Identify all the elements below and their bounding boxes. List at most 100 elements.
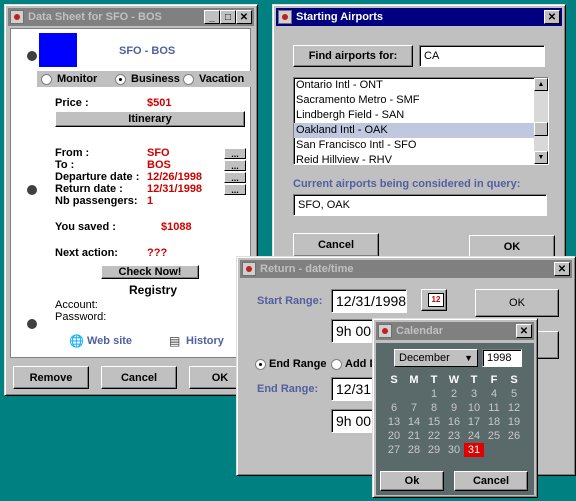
current-airports-field[interactable]: SFO, OAK (293, 194, 547, 216)
airport-list-item[interactable]: Ontario Intl - ONT (294, 78, 534, 93)
calendar-day[interactable]: 2 (444, 387, 464, 401)
scroll-up-arrow[interactable]: ▲ (534, 78, 548, 91)
calendar-ok-button[interactable]: Ok (380, 471, 444, 491)
price-value: $501 (147, 97, 172, 109)
calendar-icon-button[interactable]: 12 (421, 289, 447, 311)
calendar-day[interactable]: 4 (484, 387, 504, 401)
calendar-day[interactable]: 24 (464, 429, 484, 443)
airports-titlebar[interactable]: Starting Airports ✕ (276, 8, 562, 26)
to-value: BOS (147, 159, 171, 171)
airport-list[interactable]: Ontario Intl - ONT Sacramento Metro - SMF… (293, 77, 549, 165)
radio-monitor[interactable] (41, 74, 52, 85)
calendar-day[interactable]: 16 (444, 415, 464, 429)
website-link[interactable]: Web site (87, 335, 132, 347)
calendar-day[interactable]: 29 (424, 443, 444, 457)
check-now-button[interactable]: Check Now! (101, 265, 199, 279)
calendar-day[interactable]: 25 (484, 429, 504, 443)
airport-list-item[interactable]: San Francisco Intl - SFO (294, 138, 534, 153)
calendar-day[interactable]: 7 (404, 401, 424, 415)
calendar-titlebar[interactable]: Calendar ✕ (376, 322, 534, 340)
find-airports-button[interactable]: Find airports for: (293, 45, 413, 67)
month-select[interactable]: December ▼ (394, 349, 478, 367)
calendar-day[interactable]: 22 (424, 429, 444, 443)
airport-search-input[interactable]: CA (419, 45, 545, 67)
calendar-day[interactable]: 30 (444, 443, 464, 457)
end-range-radio[interactable] (255, 359, 266, 370)
departure-dots-button[interactable]: ... (224, 172, 246, 183)
datasheet-cancel-button[interactable]: Cancel (101, 366, 177, 389)
calendar-day[interactable]: 8 (424, 401, 444, 415)
calendar-day[interactable]: 11 (484, 401, 504, 415)
return-titlebar[interactable]: Return - date/time ✕ (240, 260, 572, 278)
calendar-day[interactable]: 13 (384, 415, 404, 429)
datasheet-page: SFO - BOS Monitor Business Vacation Pric… (10, 28, 251, 358)
end-range-label: End Range: (257, 383, 319, 395)
calendar-cancel-button[interactable]: Cancel (454, 471, 528, 491)
calendar-day[interactable]: 20 (384, 429, 404, 443)
calendar-day[interactable]: 19 (504, 415, 524, 429)
calendar-grid: SMTWTFS 1 2 3 4 5 6 7 8 9 10 11 12 13 14 15 16 17 18 19 20 2… (384, 373, 524, 457)
close-button[interactable]: ✕ (516, 324, 532, 338)
price-label: Price : (55, 97, 89, 109)
history-link[interactable]: History (186, 335, 224, 347)
start-date-field[interactable]: 12/31/1998 (331, 289, 407, 313)
to-dots-button[interactable]: ... (224, 160, 246, 171)
return-ok-button[interactable]: OK (475, 289, 559, 317)
itinerary-button[interactable]: Itinerary (55, 111, 245, 127)
add-days-radio[interactable] (331, 359, 342, 370)
app-icon (278, 10, 292, 24)
maximize-button[interactable]: □ (220, 10, 236, 24)
calendar-day[interactable]: 27 (384, 443, 404, 457)
return-label: Return date : (55, 183, 123, 195)
calendar-day[interactable]: 15 (424, 415, 444, 429)
airport-list-item[interactable]: Oakland Intl - OAK (294, 123, 534, 138)
close-button[interactable]: ✕ (554, 262, 570, 276)
calendar-day[interactable]: 17 (464, 415, 484, 429)
close-button[interactable]: ✕ (544, 10, 560, 24)
calendar-day[interactable]: 6 (384, 401, 404, 415)
app-icon (242, 262, 256, 276)
airport-list-item[interactable]: Sacramento Metro - SMF (294, 93, 534, 108)
calendar-day[interactable]: 26 (504, 429, 524, 443)
calendar-day[interactable]: 3 (464, 387, 484, 401)
calendar-day[interactable]: 5 (504, 387, 524, 401)
scroll-thumb[interactable] (534, 122, 548, 136)
calendar-day[interactable]: 14 (404, 415, 424, 429)
binder-hole (27, 51, 37, 61)
airport-list-item[interactable]: Reid Hillview - RHV (294, 153, 534, 164)
calendar-day[interactable]: 10 (464, 401, 484, 415)
list-scrollbar[interactable]: ▲ ▼ (534, 78, 548, 164)
calendar-day[interactable]: 18 (484, 415, 504, 429)
airport-list-item[interactable]: Lindbergh Field - SAN (294, 108, 534, 123)
airports-cancel-button[interactable]: Cancel (293, 233, 379, 257)
return-title: Return - date/time (260, 263, 354, 275)
scroll-down-arrow[interactable]: ▼ (534, 151, 548, 164)
remove-button[interactable]: Remove (13, 366, 89, 389)
radio-vacation[interactable] (183, 74, 194, 85)
radio-business[interactable] (115, 74, 126, 85)
datasheet-titlebar[interactable]: Data Sheet for SFO - BOS _ □ ✕ (8, 8, 254, 26)
calendar-body: December ▼ 1998 SMTWTFS 1 2 3 4 5 6 7 8 9 10 11 12 1… (376, 343, 534, 495)
chevron-down-icon: ▼ (464, 353, 473, 363)
year-field[interactable]: 1998 (482, 349, 522, 367)
app-icon (378, 324, 392, 338)
end-date-field[interactable]: 12/31. (331, 377, 377, 401)
minimize-button[interactable]: _ (204, 10, 220, 24)
app-icon (10, 10, 24, 24)
calendar-icon: 12 (428, 293, 444, 307)
calendar-day[interactable]: 9 (444, 401, 464, 415)
calendar-day[interactable]: 12 (504, 401, 524, 415)
calendar-day[interactable]: 23 (444, 429, 464, 443)
calendar-day[interactable]: 31 (464, 443, 484, 457)
calendar-day (404, 387, 424, 401)
return-dots-button[interactable]: ... (224, 184, 246, 195)
calendar-day[interactable]: 28 (404, 443, 424, 457)
calendar-day[interactable]: 1 (424, 387, 444, 401)
next-action-label: Next action: (55, 247, 118, 259)
weekday-header: F (490, 374, 498, 386)
close-button[interactable]: ✕ (236, 10, 252, 24)
from-dots-button[interactable]: ... (224, 148, 246, 159)
end-time-field[interactable]: 9h 00 (331, 409, 377, 433)
calendar-day[interactable]: 21 (404, 429, 424, 443)
next-action-value: ??? (147, 247, 168, 259)
